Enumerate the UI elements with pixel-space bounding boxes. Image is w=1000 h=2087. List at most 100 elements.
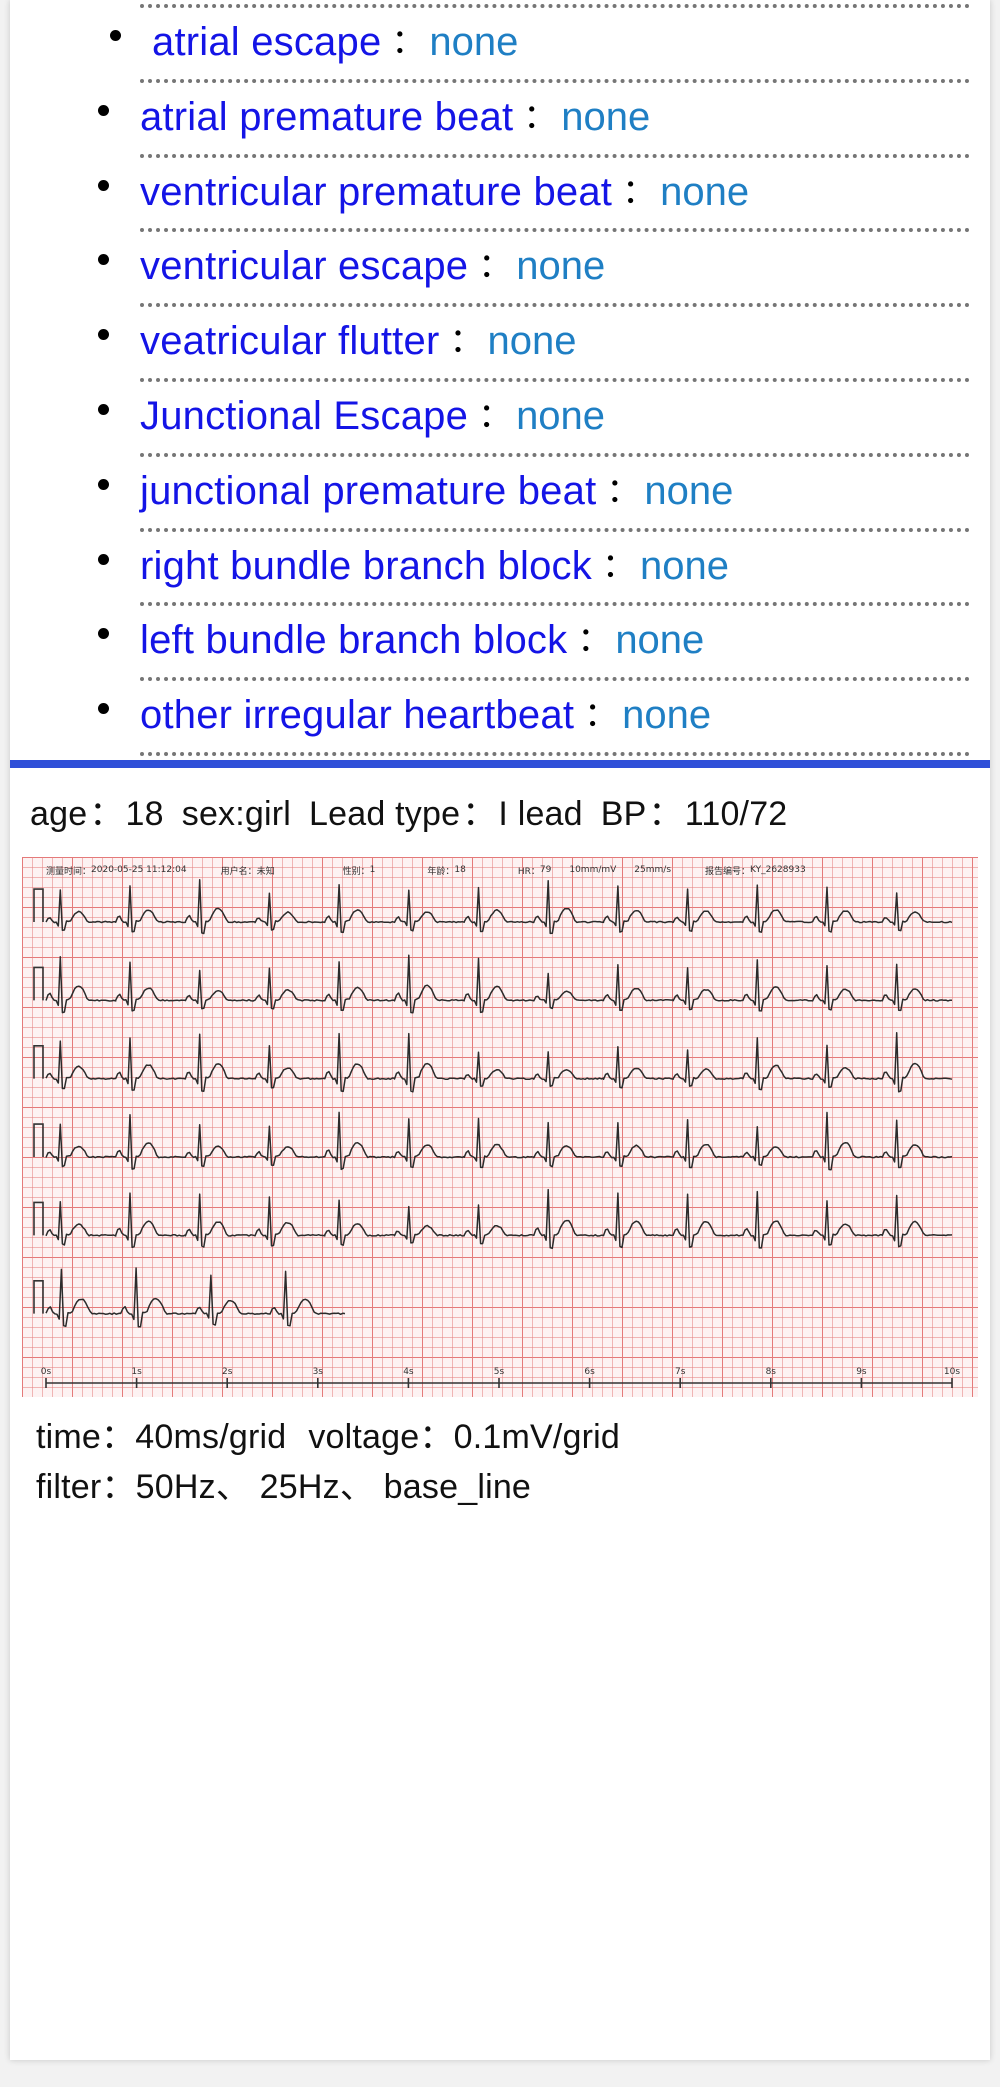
diagnosis-value: none bbox=[561, 94, 651, 139]
list-item: atrial premature beat： none bbox=[10, 83, 990, 154]
patient-bp-value: 110/72 bbox=[684, 794, 788, 833]
patient-info: age：18 sex:girl Lead type：I lead BP：110/72 bbox=[10, 768, 990, 857]
diagnosis-label: ventricular premature beat bbox=[140, 169, 613, 214]
list-item: ventricular escape： none bbox=[10, 232, 990, 303]
patient-sex: sex:girl bbox=[181, 794, 292, 833]
diagnosis-label: veatricular flutter bbox=[140, 319, 440, 364]
ecg-voltage-label: voltage bbox=[308, 1418, 420, 1457]
ecg-speed: 25mm/s bbox=[634, 865, 672, 876]
diagnosis-label: other irregular heartbeat bbox=[140, 693, 575, 738]
bullet-icon bbox=[98, 628, 109, 640]
section-divider bbox=[10, 759, 990, 768]
diagnosis-colon: ： bbox=[601, 546, 636, 585]
axis-tick-label: 7s bbox=[675, 1367, 686, 1377]
diagnosis-colon: ： bbox=[606, 471, 641, 510]
diagnosis-colon: ： bbox=[523, 97, 558, 136]
axis-tick-label: 3s bbox=[313, 1367, 324, 1377]
ecg-footer: time：40ms/grid voltage：0.1mV/grid filter：… bbox=[10, 1397, 990, 1528]
diagnosis-label: junctional premature beat bbox=[140, 468, 597, 513]
ecg-calibration-pulse bbox=[33, 1123, 44, 1158]
diagnosis-label: right bundle branch block bbox=[140, 543, 592, 588]
axis-tick-label: 5s bbox=[494, 1367, 505, 1377]
diagnosis-value: none bbox=[487, 319, 577, 364]
diagnosis-value: none bbox=[660, 169, 750, 214]
ecg-gain: 10mm/mV bbox=[569, 865, 617, 876]
ecg-waveform-traces bbox=[22, 875, 978, 1397]
list-item: veatricular flutter： none bbox=[10, 307, 990, 378]
ecg-trace-line bbox=[45, 1032, 953, 1093]
ecg-age-value: 18 bbox=[454, 865, 466, 876]
ecg-trace-line bbox=[45, 1189, 953, 1250]
ecg-sex-value: 1 bbox=[369, 865, 376, 876]
list-separator bbox=[140, 751, 970, 756]
bullet-icon bbox=[98, 329, 109, 341]
ecg-calibration-pulse bbox=[33, 966, 44, 1001]
bullet-icon bbox=[98, 403, 109, 415]
list-item: other irregular heartbeat： none bbox=[10, 681, 990, 752]
patient-age-value: 18 bbox=[125, 794, 164, 833]
patient-bp-label: BP bbox=[600, 794, 647, 833]
bullet-icon bbox=[98, 478, 109, 490]
diagnosis-value: none bbox=[429, 20, 519, 64]
diagnosis-label: atrial premature beat bbox=[140, 94, 514, 139]
ecg-time-value: 40ms/grid bbox=[135, 1418, 287, 1457]
diagnosis-label: atrial escape bbox=[152, 20, 382, 64]
bullet-icon bbox=[98, 703, 109, 715]
bullet-icon bbox=[98, 179, 109, 191]
ecg-time-axis-svg: 0s 1s 2s 3s 4s 5s 6s 7s 8s 9s 10s bbox=[41, 1367, 960, 1389]
diagnosis-label: ventricular escape bbox=[140, 244, 469, 289]
ecg-calibration-pulse bbox=[33, 1280, 44, 1314]
diagnosis-value: none bbox=[615, 618, 705, 663]
ecg-trace-line bbox=[45, 879, 953, 935]
bullet-icon bbox=[98, 254, 109, 266]
diagnosis-value: none bbox=[622, 693, 712, 738]
diagnosis-list: atrial escape： none atrial premature beat：… bbox=[10, 8, 990, 756]
patient-lead-value: I lead bbox=[498, 794, 583, 833]
diagnosis-colon: ： bbox=[478, 396, 513, 435]
axis-tick-label: 8s bbox=[766, 1367, 777, 1377]
screen-root: atrial escape： none atrial premature beat：… bbox=[0, 0, 1000, 2087]
ecg-footer-line2: filter：50Hz、 25Hz、 base_line bbox=[36, 1463, 974, 1512]
diagnosis-label: left bundle branch block bbox=[140, 618, 568, 663]
diagnosis-value: none bbox=[644, 468, 734, 513]
diagnosis-colon: ： bbox=[478, 247, 513, 286]
bullet-icon bbox=[98, 104, 109, 116]
patient-lead-colon: ： bbox=[462, 794, 497, 833]
axis-tick-label: 0s bbox=[41, 1367, 52, 1377]
diagnosis-value: none bbox=[516, 244, 606, 289]
axis-tick-label: 4s bbox=[403, 1367, 414, 1377]
list-item: Junctional Escape： none bbox=[10, 382, 990, 453]
ecg-report-no-value: KY_2628933 bbox=[750, 865, 806, 876]
axis-tick-label: 1s bbox=[131, 1367, 142, 1377]
ecg-voltage-value: 0.1mV/grid bbox=[453, 1418, 620, 1457]
ecg-hr-value: 79 bbox=[539, 865, 552, 876]
ecg-trace-line bbox=[45, 954, 952, 1014]
patient-lead-label: Lead type bbox=[309, 794, 461, 833]
ecg-calibration-pulse bbox=[33, 1045, 44, 1079]
list-item: atrial escape： none bbox=[10, 8, 990, 79]
ecg-chart: 测量时间： 2020-05-25 11:12:04 用户名： 未知 性别： 1 年龄：… bbox=[22, 857, 978, 1398]
ecg-calibration-pulse bbox=[33, 1201, 44, 1236]
ecg-voltage-colon: ： bbox=[419, 1418, 454, 1457]
list-item: ventricular premature beat： none bbox=[10, 158, 990, 229]
ecg-measure-time-value: 2020-05-25 11:12:04 bbox=[91, 865, 187, 876]
ecg-calibration-pulse bbox=[33, 888, 44, 923]
patient-bp-colon: ： bbox=[648, 794, 683, 833]
diagnosis-colon: ： bbox=[584, 696, 619, 735]
list-item: junctional premature beat： none bbox=[10, 457, 990, 528]
ecg-time-label: time bbox=[36, 1418, 102, 1457]
patient-age-colon: ： bbox=[89, 794, 124, 833]
ecg-trace-line bbox=[45, 1267, 346, 1328]
diagnosis-label: Junctional Escape bbox=[140, 393, 469, 438]
diagnosis-colon: ： bbox=[622, 172, 657, 211]
ecg-footer-line1: time：40ms/grid voltage：0.1mV/grid bbox=[36, 1413, 974, 1462]
axis-tick-label: 9s bbox=[856, 1367, 867, 1377]
ecg-time-colon: ： bbox=[101, 1418, 136, 1457]
list-item: right bundle branch block： none bbox=[10, 532, 990, 603]
axis-tick-label: 6s bbox=[584, 1367, 595, 1377]
ecg-filter-value: 50Hz、 25Hz、 base_line bbox=[135, 1467, 532, 1506]
bullet-icon bbox=[98, 553, 109, 565]
ecg-trace-line bbox=[45, 1111, 953, 1171]
diagnosis-colon: ： bbox=[577, 621, 612, 660]
ecg-filter-label: filter bbox=[36, 1467, 102, 1506]
